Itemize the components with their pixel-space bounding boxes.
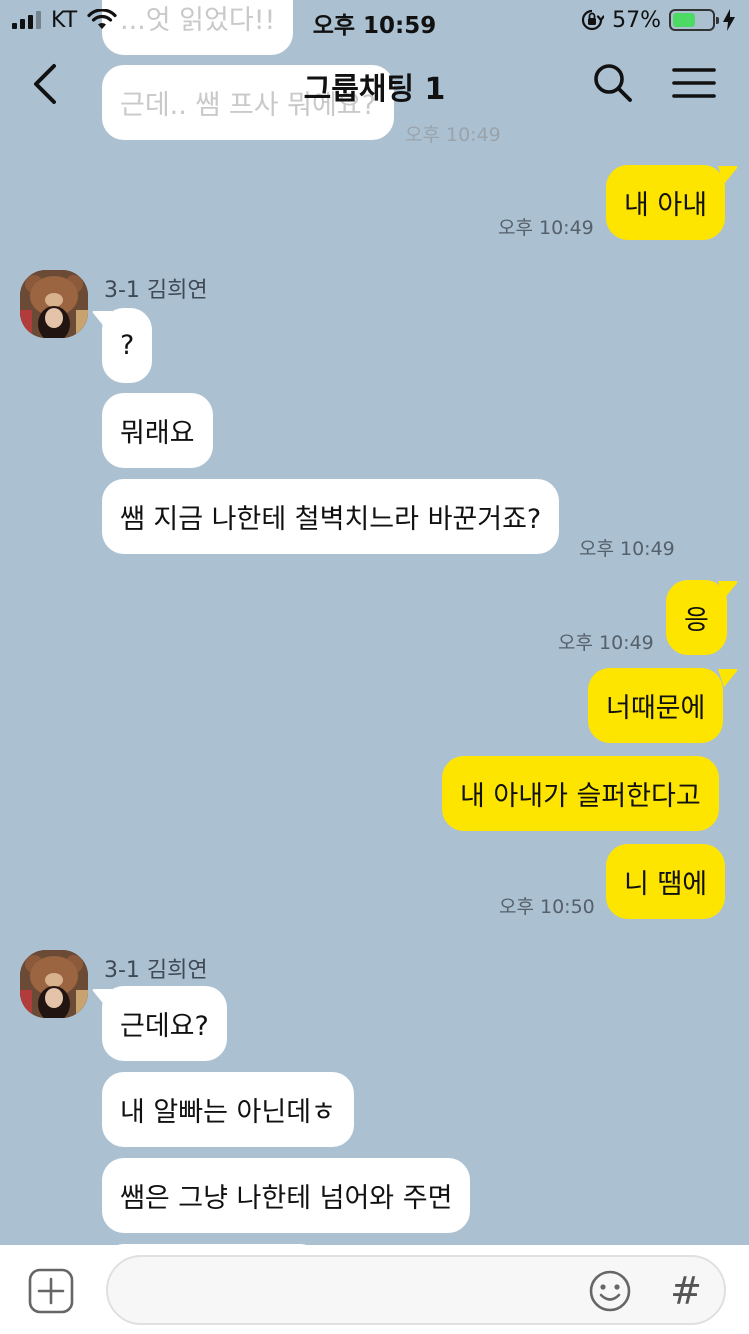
- message-bubble-outgoing[interactable]: 내 아내가 슬퍼한다고: [442, 756, 719, 831]
- attach-button[interactable]: [28, 1268, 74, 1314]
- rotation-lock-icon: [582, 9, 605, 31]
- profile-photo-icon: [20, 270, 88, 338]
- battery-percent: 57%: [612, 7, 661, 33]
- menu-button[interactable]: [666, 58, 722, 108]
- battery-icon: [669, 9, 719, 31]
- message-bubble-outgoing[interactable]: 너때문에: [588, 668, 724, 743]
- emoji-button[interactable]: [588, 1269, 632, 1313]
- search-icon: [594, 64, 632, 102]
- message-bubble-incoming[interactable]: 뭐래요: [102, 393, 213, 468]
- message-timestamp: 오후 10:49: [498, 217, 594, 239]
- message-timestamp: 오후 10:49: [558, 632, 654, 654]
- message-bubble-incoming[interactable]: 내 알빠는 아닌데ㅎ: [102, 1072, 354, 1147]
- message-bubble-incoming[interactable]: 쌤은 그냥 나한테 넘어와 주면: [102, 1158, 471, 1233]
- profile-photo-icon: [20, 950, 88, 1018]
- avatar[interactable]: [20, 950, 88, 1018]
- search-button[interactable]: [588, 58, 638, 108]
- battery-fill: [673, 13, 695, 27]
- status-right: 57%: [580, 6, 735, 34]
- message-bubble-incoming[interactable]: 쌤 지금 나한테 철벽치느라 바꾼거죠?: [102, 479, 560, 554]
- status-bar: KT 오후 10:59 57%: [0, 0, 749, 40]
- chat-header: 그룹채팅 1: [0, 40, 749, 130]
- sender-name: 3-1 김희연: [104, 278, 208, 303]
- message-input-bar: #: [0, 1245, 749, 1334]
- avatar[interactable]: [20, 270, 88, 338]
- emoji-smile-icon: [589, 1270, 631, 1312]
- message-timestamp: 오후 10:49: [579, 538, 675, 560]
- charging-bolt-icon: [723, 9, 735, 31]
- message-bubble-incoming[interactable]: 근데요?: [102, 986, 227, 1061]
- message-bubble-outgoing[interactable]: 내 아내: [606, 165, 726, 240]
- message-bubble-incoming[interactable]: ?: [102, 308, 153, 383]
- message-timestamp: 오후 10:50: [499, 896, 595, 918]
- plus-square-icon: [28, 1268, 74, 1314]
- message-bubble-outgoing[interactable]: 니 땜에: [606, 844, 726, 919]
- message-bubble-outgoing[interactable]: 응: [666, 580, 727, 655]
- hamburger-menu-icon: [672, 68, 716, 98]
- hashtag-search-button[interactable]: #: [664, 1267, 708, 1315]
- sender-name: 3-1 김희연: [104, 958, 208, 983]
- message-input[interactable]: [106, 1255, 726, 1325]
